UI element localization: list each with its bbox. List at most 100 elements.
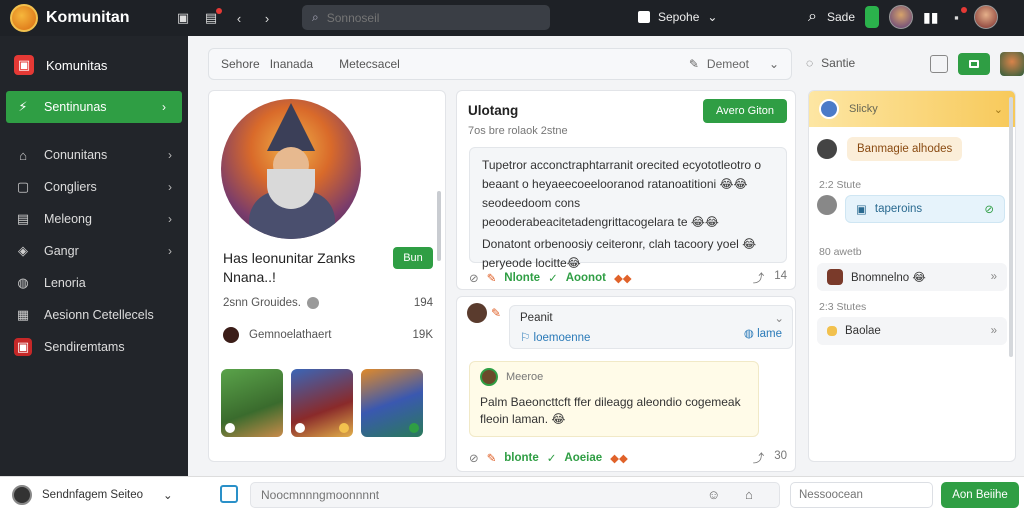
stats-icon[interactable]: ▮▮: [923, 9, 938, 26]
chat-icon: ▢: [16, 179, 30, 194]
badge-icon: [339, 423, 349, 433]
brand[interactable]: Komunitan: [0, 4, 175, 32]
game-thumbnail[interactable]: [361, 369, 423, 437]
sidebar-item-conunitans[interactable]: ⌂ Conunitans ›: [0, 139, 188, 171]
reply-box[interactable]: Peanit ⚐ loemoenne ◍ lame ⌄: [509, 305, 793, 349]
search-input[interactable]: [326, 10, 527, 25]
avatar[interactable]: [1000, 52, 1024, 76]
game-thumbnails: [221, 369, 423, 437]
alert-icon[interactable]: ▪: [948, 7, 968, 25]
sidebar-item-label: Lenoria: [44, 276, 86, 290]
chevron-right-icon: ›: [168, 148, 172, 162]
emoji-icon[interactable]: ◆◆: [614, 271, 632, 285]
activity-card[interactable]: ▣ taperoins ⊘: [845, 195, 1005, 223]
filter-a[interactable]: Sehore: [221, 57, 260, 71]
reaction-b[interactable]: Aoonot: [566, 272, 606, 284]
sidebar-item-gangr[interactable]: ◈ Gangr ›: [0, 235, 188, 267]
chevron-right-icon: ›: [168, 244, 172, 258]
activity-card[interactable]: Baolae »: [817, 317, 1007, 345]
inbox-icon[interactable]: ▣: [175, 10, 191, 26]
back-icon[interactable]: ‹: [231, 10, 247, 26]
sidebar-item-label: Sendiremtams: [44, 340, 125, 354]
sidebar-item-label: Aesionn Cetellecels: [44, 308, 154, 322]
emoji-icon[interactable]: ☺: [707, 487, 720, 502]
follow-button[interactable]: Bun: [393, 247, 433, 269]
quote-text: Palm Baeoncttcft ffer dileagg aleondio c…: [480, 395, 741, 426]
chevron-right-icon: ›: [168, 180, 172, 194]
game-thumbnail[interactable]: [291, 369, 353, 437]
avatar[interactable]: [889, 5, 913, 29]
name-input[interactable]: [799, 483, 929, 507]
share-button[interactable]: ◌ Santie: [806, 56, 855, 70]
sidebar-item-lenoria[interactable]: ◍ Lenoria: [0, 267, 188, 299]
bolt-icon: ⚡: [18, 99, 28, 114]
scrollbar[interactable]: [437, 191, 441, 261]
window-button[interactable]: [958, 53, 990, 75]
reaction-b[interactable]: Aoeiae: [564, 452, 602, 464]
quote-author: Meeroe: [506, 371, 544, 383]
status-indicator[interactable]: [865, 6, 879, 28]
activity-card[interactable]: Bnomnelno 😂 »: [817, 263, 1007, 291]
sidebar-item-congliers[interactable]: ▢ Congliers ›: [0, 171, 188, 203]
share-icon[interactable]: ⤴: [753, 270, 765, 286]
profile-portrait[interactable]: [221, 99, 361, 239]
forward-icon[interactable]: ›: [259, 10, 275, 26]
avatar: [817, 195, 837, 215]
thread-card: ✎ Peanit ⚐ loemoenne ◍ lame ⌄ Meeroe Pal…: [456, 296, 796, 472]
scrollbar[interactable]: [1009, 97, 1013, 357]
header-actions: [930, 52, 1024, 76]
profile-avatar[interactable]: [974, 5, 999, 29]
game-thumbnail[interactable]: [221, 369, 283, 437]
pencil-icon[interactable]: ✎: [491, 306, 501, 320]
sidebar-item-sendiremtams[interactable]: ▣ Sendiremtams: [0, 331, 188, 363]
pencil-icon[interactable]: ✎: [487, 451, 497, 465]
expand-icon[interactable]: [930, 55, 948, 73]
stat-value: 19K: [412, 329, 433, 341]
support-menu[interactable]: Sepohe ⌄: [638, 10, 717, 24]
sidebar-item-meleong[interactable]: ▤ Meleong ›: [0, 203, 188, 235]
attach-icon[interactable]: ⊘: [469, 271, 479, 285]
avatar[interactable]: [480, 368, 498, 386]
message-composer[interactable]: ☺ ⌂: [250, 482, 780, 508]
filter-bar[interactable]: Sehore Inanada Metecsacel ✎ Demeot ⌄: [208, 48, 792, 80]
stat-label: 2snn Grouides.: [223, 297, 301, 310]
check-icon: ✓: [546, 453, 557, 465]
reaction-a[interactable]: blonte: [504, 452, 539, 464]
notification-icon[interactable]: ▤: [203, 8, 222, 26]
window-icon: [969, 60, 979, 68]
current-user-label: Sendnfagem Seiteo: [42, 488, 144, 501]
attach-icon[interactable]: ⊘: [469, 451, 479, 465]
user-icon: ◍: [17, 275, 29, 290]
activity-item[interactable]: Banmagie alhodes: [817, 137, 963, 161]
activity-header[interactable]: Slicky ⌄: [809, 91, 1015, 127]
sidebar-item-label: Conunitans: [44, 148, 108, 162]
calendar-icon: ▤: [16, 211, 30, 226]
reaction-a[interactable]: Nlonte: [504, 272, 540, 284]
search-icon[interactable]: ⌕: [808, 8, 817, 26]
current-user[interactable]: Sendnfagem Seiteo ⌄: [0, 484, 188, 505]
activity-item[interactable]: [817, 195, 837, 215]
filter-dropdown[interactable]: ✎ Demeot ⌄: [689, 57, 779, 71]
chevron-down-icon[interactable]: ⌄: [774, 311, 784, 325]
chevron-right-icon: ›: [168, 212, 172, 226]
avatar[interactable]: [467, 303, 487, 323]
name-field[interactable]: [790, 482, 933, 508]
filter-c[interactable]: Metecsacel: [339, 57, 400, 71]
attach-icon[interactable]: ⌂: [745, 487, 753, 502]
chevron-double-right-icon: »: [990, 271, 997, 283]
search-box[interactable]: ⌕: [302, 5, 550, 30]
send-button[interactable]: Aon Beiihe: [941, 482, 1019, 508]
user-label[interactable]: Sade: [827, 10, 855, 24]
sidebar-item-aesionn[interactable]: ▦ Aesionn Cetellecels: [0, 299, 188, 331]
post-action-button[interactable]: Avero Giton: [703, 99, 787, 123]
message-input[interactable]: [261, 488, 681, 502]
sidebar-header[interactable]: ▣ Komunitas: [0, 49, 188, 81]
emoji-icon[interactable]: ◆◆: [610, 451, 628, 465]
pencil-icon[interactable]: ✎: [487, 271, 497, 285]
filter-b[interactable]: Inanada: [270, 57, 313, 71]
share-icon[interactable]: ⤴: [753, 450, 765, 466]
document-icon[interactable]: [220, 485, 238, 503]
sidebar-item-active[interactable]: ⚡ Sentinunas ›: [6, 91, 182, 123]
info-icon[interactable]: [307, 297, 319, 309]
support-label: Sepohe: [658, 10, 700, 24]
